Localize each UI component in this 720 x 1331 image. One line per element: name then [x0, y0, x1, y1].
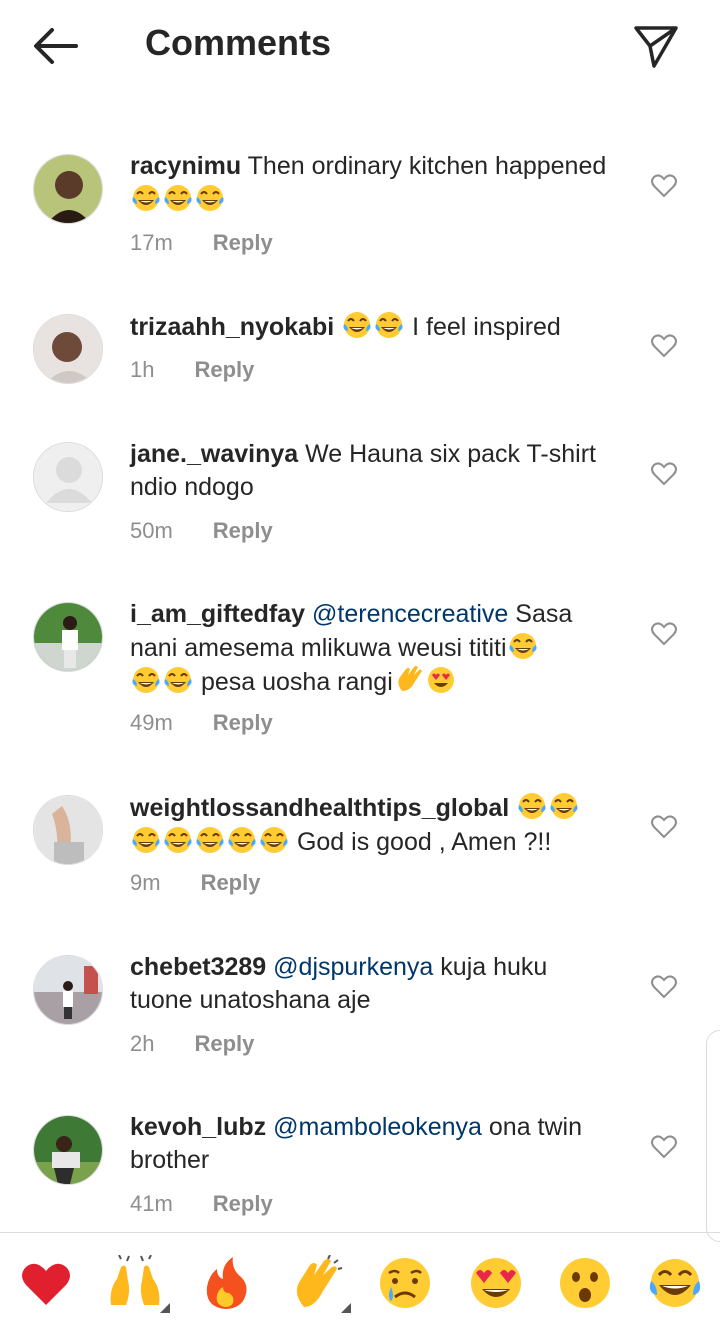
like-heart-icon[interactable] [651, 622, 677, 646]
tears-of-joy-emoji-icon [131, 666, 161, 694]
back-arrow-icon[interactable] [30, 24, 80, 68]
reply-button[interactable]: Reply [213, 1191, 273, 1217]
comment-text: Then ordinary kitchen happened [241, 152, 607, 180]
like-heart-icon[interactable] [651, 815, 677, 839]
avatar[interactable] [33, 314, 103, 384]
reply-button[interactable]: Reply [213, 710, 273, 736]
mention-link[interactable]: @mamboleokenya [273, 1113, 482, 1141]
like-heart-icon[interactable] [651, 975, 677, 999]
comment-username[interactable]: chebet3289 [130, 953, 266, 981]
tears-of-joy-emoji-icon [163, 184, 193, 212]
variant-indicator [160, 1303, 170, 1313]
tears-of-joy-emoji-icon [508, 632, 538, 660]
comment-timestamp: 17m [130, 230, 173, 255]
comment-text: I feel inspired [405, 313, 561, 341]
tears-of-joy-emoji-icon [195, 826, 225, 854]
like-heart-icon[interactable] [651, 334, 677, 358]
heart-eyes-emoji-icon[interactable] [468, 1255, 524, 1311]
tears-of-joy-emoji-icon [163, 666, 193, 694]
tears-of-joy-emoji-icon [517, 792, 547, 820]
tears-of-joy-emoji-icon [131, 184, 161, 212]
page-title: Comments [145, 22, 332, 63]
avatar[interactable] [33, 442, 103, 512]
mention-link[interactable]: @terencecreative [312, 600, 508, 628]
comment-username[interactable]: racynimu [130, 152, 241, 180]
reply-button[interactable]: Reply [201, 870, 261, 896]
avatar[interactable] [33, 795, 103, 865]
tears-of-joy-emoji-icon [549, 792, 579, 820]
comment-timestamp: 1h [130, 357, 155, 382]
tears-of-joy-emoji-icon [374, 311, 404, 339]
tears-of-joy-emoji-icon [131, 826, 161, 854]
clapping-hands-emoji-icon [398, 666, 422, 691]
reply-button[interactable]: Reply [194, 357, 254, 383]
avatar[interactable] [33, 955, 103, 1025]
comment-username[interactable]: kevoh_lubz [130, 1113, 266, 1141]
tears-of-joy-emoji-icon[interactable] [647, 1255, 703, 1311]
scrollbar-handle[interactable] [706, 1030, 720, 1242]
send-direct-icon[interactable] [632, 22, 680, 70]
raising-hands-emoji-icon[interactable] [107, 1255, 163, 1311]
mention-link[interactable]: @djspurkenya [273, 953, 433, 981]
comment-timestamp: 41m [130, 1191, 173, 1216]
comment-text: pesa uosha rangi [194, 668, 393, 696]
tears-of-joy-emoji-icon [342, 311, 372, 339]
like-heart-icon[interactable] [651, 462, 677, 486]
fire-emoji-icon[interactable] [197, 1255, 253, 1311]
variant-indicator [341, 1303, 351, 1313]
tears-of-joy-emoji-icon [227, 826, 257, 854]
comment-timestamp: 2h [130, 1031, 155, 1056]
avatar[interactable] [33, 154, 103, 224]
heart-eyes-emoji-icon [427, 667, 454, 693]
reply-button[interactable]: Reply [213, 230, 273, 256]
comment-timestamp: 50m [130, 518, 173, 543]
reply-button[interactable]: Reply [194, 1031, 254, 1057]
like-heart-icon[interactable] [651, 1135, 677, 1159]
tears-of-joy-emoji-icon [163, 826, 193, 854]
header-bar: Comments [0, 0, 720, 90]
tears-of-joy-emoji-icon [195, 184, 225, 212]
quick-reactions-bar [0, 1232, 720, 1331]
clapping-hands-emoji-icon[interactable] [288, 1255, 344, 1311]
like-heart-icon[interactable] [651, 174, 677, 198]
crying-face-emoji-icon[interactable] [377, 1255, 433, 1311]
comment-timestamp: 49m [130, 710, 173, 735]
comment-timestamp: 9m [130, 870, 161, 895]
comment-username[interactable]: i_am_giftedfay [130, 600, 305, 628]
avatar[interactable] [33, 602, 103, 672]
surprised-face-emoji-icon[interactable] [557, 1255, 613, 1311]
comment-text: God is good , Amen ?!! [290, 828, 552, 856]
comment-username[interactable]: weightlossandhealthtips_global [130, 794, 509, 822]
heart-emoji-icon[interactable] [18, 1255, 74, 1311]
reply-button[interactable]: Reply [213, 518, 273, 544]
comment-username[interactable]: jane._wavinya [130, 440, 298, 468]
comment-username[interactable]: trizaahh_nyokabi [130, 313, 334, 341]
tears-of-joy-emoji-icon [259, 826, 289, 854]
avatar[interactable] [33, 1115, 103, 1185]
